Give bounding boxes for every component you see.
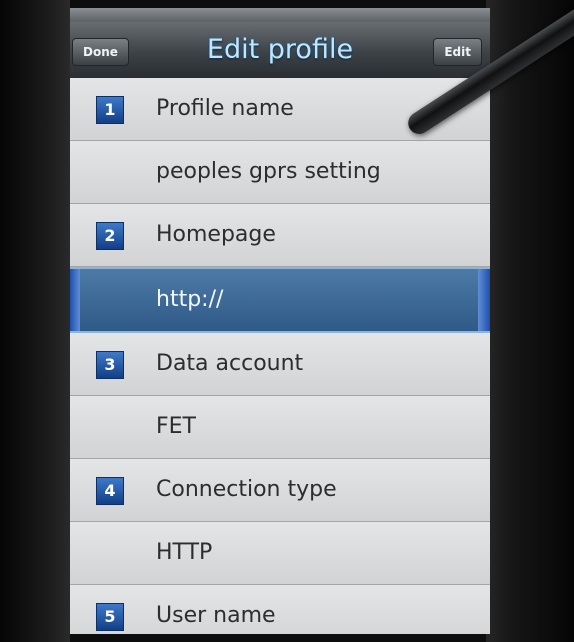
list-item-data-account-value[interactable]: FET xyxy=(70,396,490,459)
list-item-profile-name-value[interactable]: peoples gprs setting xyxy=(70,141,490,204)
selection-accent xyxy=(70,269,80,331)
list-item-connection-type-header: 4 Connection type xyxy=(70,459,490,522)
list-item-data-account-header: 3 Data account xyxy=(70,333,490,396)
list-item-homepage-header: 2 Homepage xyxy=(70,204,490,267)
status-bar xyxy=(70,8,490,22)
selection-accent xyxy=(478,269,490,331)
field-value: FET xyxy=(156,414,196,439)
number-1-icon: 1 xyxy=(96,96,124,124)
phone-screen: Done Edit profile Edit 1 Profile name pe… xyxy=(70,8,490,634)
device-bezel-right xyxy=(486,0,574,642)
device-bezel-left xyxy=(0,0,70,642)
edit-button[interactable]: Edit xyxy=(433,38,482,66)
number-2-icon: 2 xyxy=(96,222,124,250)
field-label: Profile name xyxy=(156,96,294,121)
field-label: Data account xyxy=(156,351,304,376)
number-4-icon: 4 xyxy=(96,477,124,505)
field-label: User name xyxy=(156,603,276,628)
field-value: http:// xyxy=(156,287,224,312)
field-value: HTTP xyxy=(156,540,213,565)
title-bar: Done Edit profile Edit xyxy=(70,22,490,79)
field-label: Homepage xyxy=(156,222,276,247)
field-label: Connection type xyxy=(156,477,337,502)
field-value: peoples gprs setting xyxy=(156,159,381,184)
list-item-connection-type-value[interactable]: HTTP xyxy=(70,522,490,585)
number-5-icon: 5 xyxy=(96,603,124,631)
list-item-homepage-value[interactable]: http:// xyxy=(70,267,490,333)
profile-settings-list: 1 Profile name peoples gprs setting 2 Ho… xyxy=(70,78,490,634)
list-item-user-name-header: 5 User name xyxy=(70,585,490,634)
number-3-icon: 3 xyxy=(96,351,124,379)
page-title: Edit profile xyxy=(206,34,354,65)
